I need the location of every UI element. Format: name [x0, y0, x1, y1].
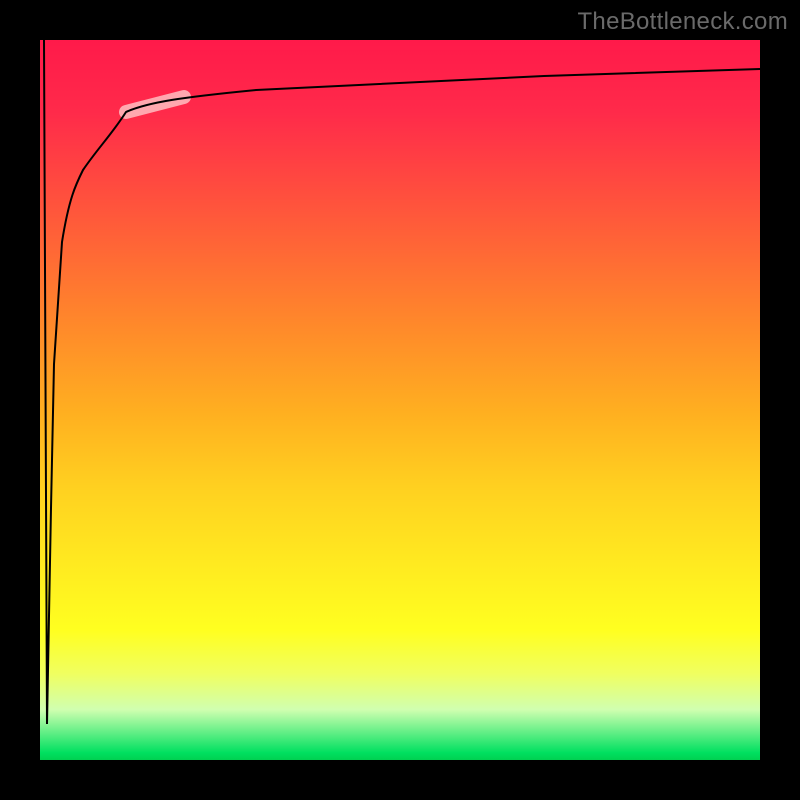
- frame-left: [0, 0, 40, 800]
- bottleneck-curve: [44, 40, 760, 724]
- frame-right: [760, 0, 800, 800]
- chart-container: TheBottleneck.com: [0, 0, 800, 800]
- curve-layer: [40, 40, 760, 760]
- frame-bottom: [0, 760, 800, 800]
- watermark-label: TheBottleneck.com: [577, 8, 788, 36]
- plot-area: [40, 40, 760, 760]
